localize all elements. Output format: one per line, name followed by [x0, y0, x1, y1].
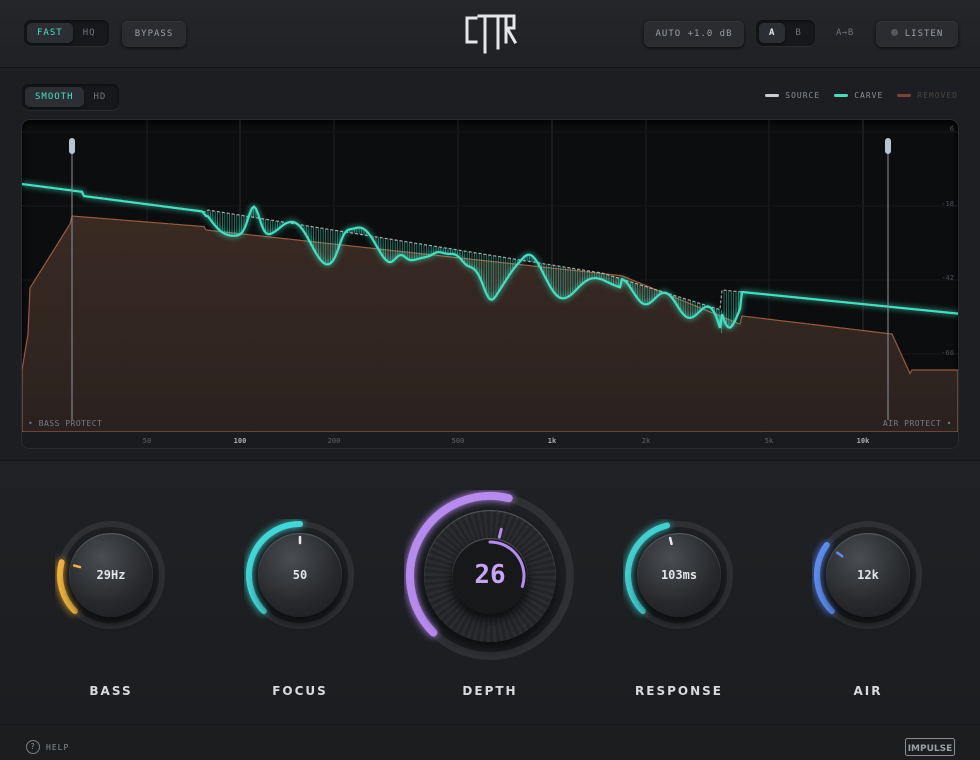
- response-knob[interactable]: 103ms: [623, 519, 735, 631]
- legend-label: CARVE: [854, 91, 884, 100]
- air-protect-label: AIR PROTECT •: [882, 419, 952, 428]
- response-value: 103ms: [660, 568, 698, 582]
- view-hd-option[interactable]: HD: [84, 87, 117, 107]
- depth-value: 26: [474, 560, 506, 590]
- view-mode-selector: SMOOTH HD: [22, 84, 120, 110]
- frequency-axis: 50 100 200 500 1k 2k 5k 10k: [22, 432, 958, 448]
- db-tick-label: -66: [941, 349, 954, 357]
- db-tick-label: -18: [941, 200, 954, 208]
- legend-carve: CARVE: [834, 91, 883, 100]
- focus-label: FOCUS: [272, 684, 328, 698]
- ab-copy-button[interactable]: A→B: [836, 28, 854, 38]
- legend-source: SOURCE: [765, 91, 820, 100]
- removed-area: [22, 215, 958, 432]
- auto-gain-button[interactable]: AUTO +1.0 dB: [644, 21, 744, 47]
- footer-bar: [0, 724, 980, 760]
- freq-tick-label: 200: [327, 437, 341, 445]
- bass-knob[interactable]: 29Hz: [55, 519, 167, 631]
- freq-tick-label: 500: [451, 437, 465, 445]
- air-knob[interactable]: 12k: [812, 519, 924, 631]
- db-tick-label: 6: [949, 125, 954, 133]
- listen-button[interactable]: LISTEN: [876, 21, 958, 47]
- product-logo: [465, 14, 518, 54]
- bass-value: 29Hz: [96, 568, 126, 582]
- spectrum-legend: SOURCE CARVE REMOVED: [765, 91, 958, 100]
- legend-swatch: [897, 94, 912, 97]
- air-value: 12k: [857, 568, 879, 582]
- freq-tick-label: 1k: [547, 437, 557, 445]
- freq-tick-label: 50: [142, 437, 152, 445]
- help-label: HELP: [46, 742, 70, 752]
- focus-value: 50: [292, 568, 308, 582]
- quality-mode-selector: FAST HQ: [24, 20, 109, 46]
- legend-swatch: [765, 94, 780, 97]
- view-smooth-option[interactable]: SMOOTH: [25, 87, 84, 107]
- depth-knob[interactable]: 26: [404, 490, 576, 662]
- legend-swatch: [834, 94, 849, 97]
- legend-label: SOURCE: [785, 91, 821, 100]
- freq-tick-label: 10k: [856, 437, 870, 445]
- freq-tick-label: 100: [233, 437, 247, 445]
- depth-label: DEPTH: [462, 684, 518, 698]
- response-label: RESPONSE: [635, 684, 723, 698]
- freq-tick-label: 2k: [641, 437, 651, 445]
- listen-label: LISTEN: [904, 29, 944, 39]
- air-label: AIR: [853, 684, 883, 698]
- focus-knob[interactable]: 50: [244, 519, 356, 631]
- quality-fast-option[interactable]: FAST: [27, 23, 73, 43]
- ab-b-option[interactable]: B: [785, 23, 811, 43]
- help-icon: ?: [26, 740, 40, 754]
- ab-a-option[interactable]: A: [759, 23, 786, 43]
- top-bar: FAST HQ BYPASS AUTO +1.0 dB A B A→B LIST…: [0, 0, 980, 68]
- bass-protect-label: • BASS PROTECT: [28, 419, 103, 428]
- db-tick-label: -42: [941, 274, 954, 282]
- bass-label: BASS: [89, 684, 133, 698]
- spectrum-graph: [22, 120, 958, 432]
- legend-removed: REMOVED: [897, 91, 958, 100]
- legend-label: REMOVED: [917, 91, 958, 100]
- ab-selector: A B: [756, 20, 815, 46]
- spectrum-display[interactable]: 6 -18 -42 -66 • BASS PROTECT AIR PROTECT…: [22, 120, 958, 448]
- listen-indicator-icon: [890, 29, 898, 36]
- brand-logo: IMPULSE: [905, 738, 955, 756]
- quality-hq-option[interactable]: HQ: [73, 23, 106, 43]
- help-button[interactable]: ? HELP: [26, 740, 69, 754]
- brand-text: IMPULSE: [908, 744, 953, 754]
- bypass-button[interactable]: BYPASS: [122, 21, 186, 47]
- freq-tick-label: 5k: [764, 437, 774, 445]
